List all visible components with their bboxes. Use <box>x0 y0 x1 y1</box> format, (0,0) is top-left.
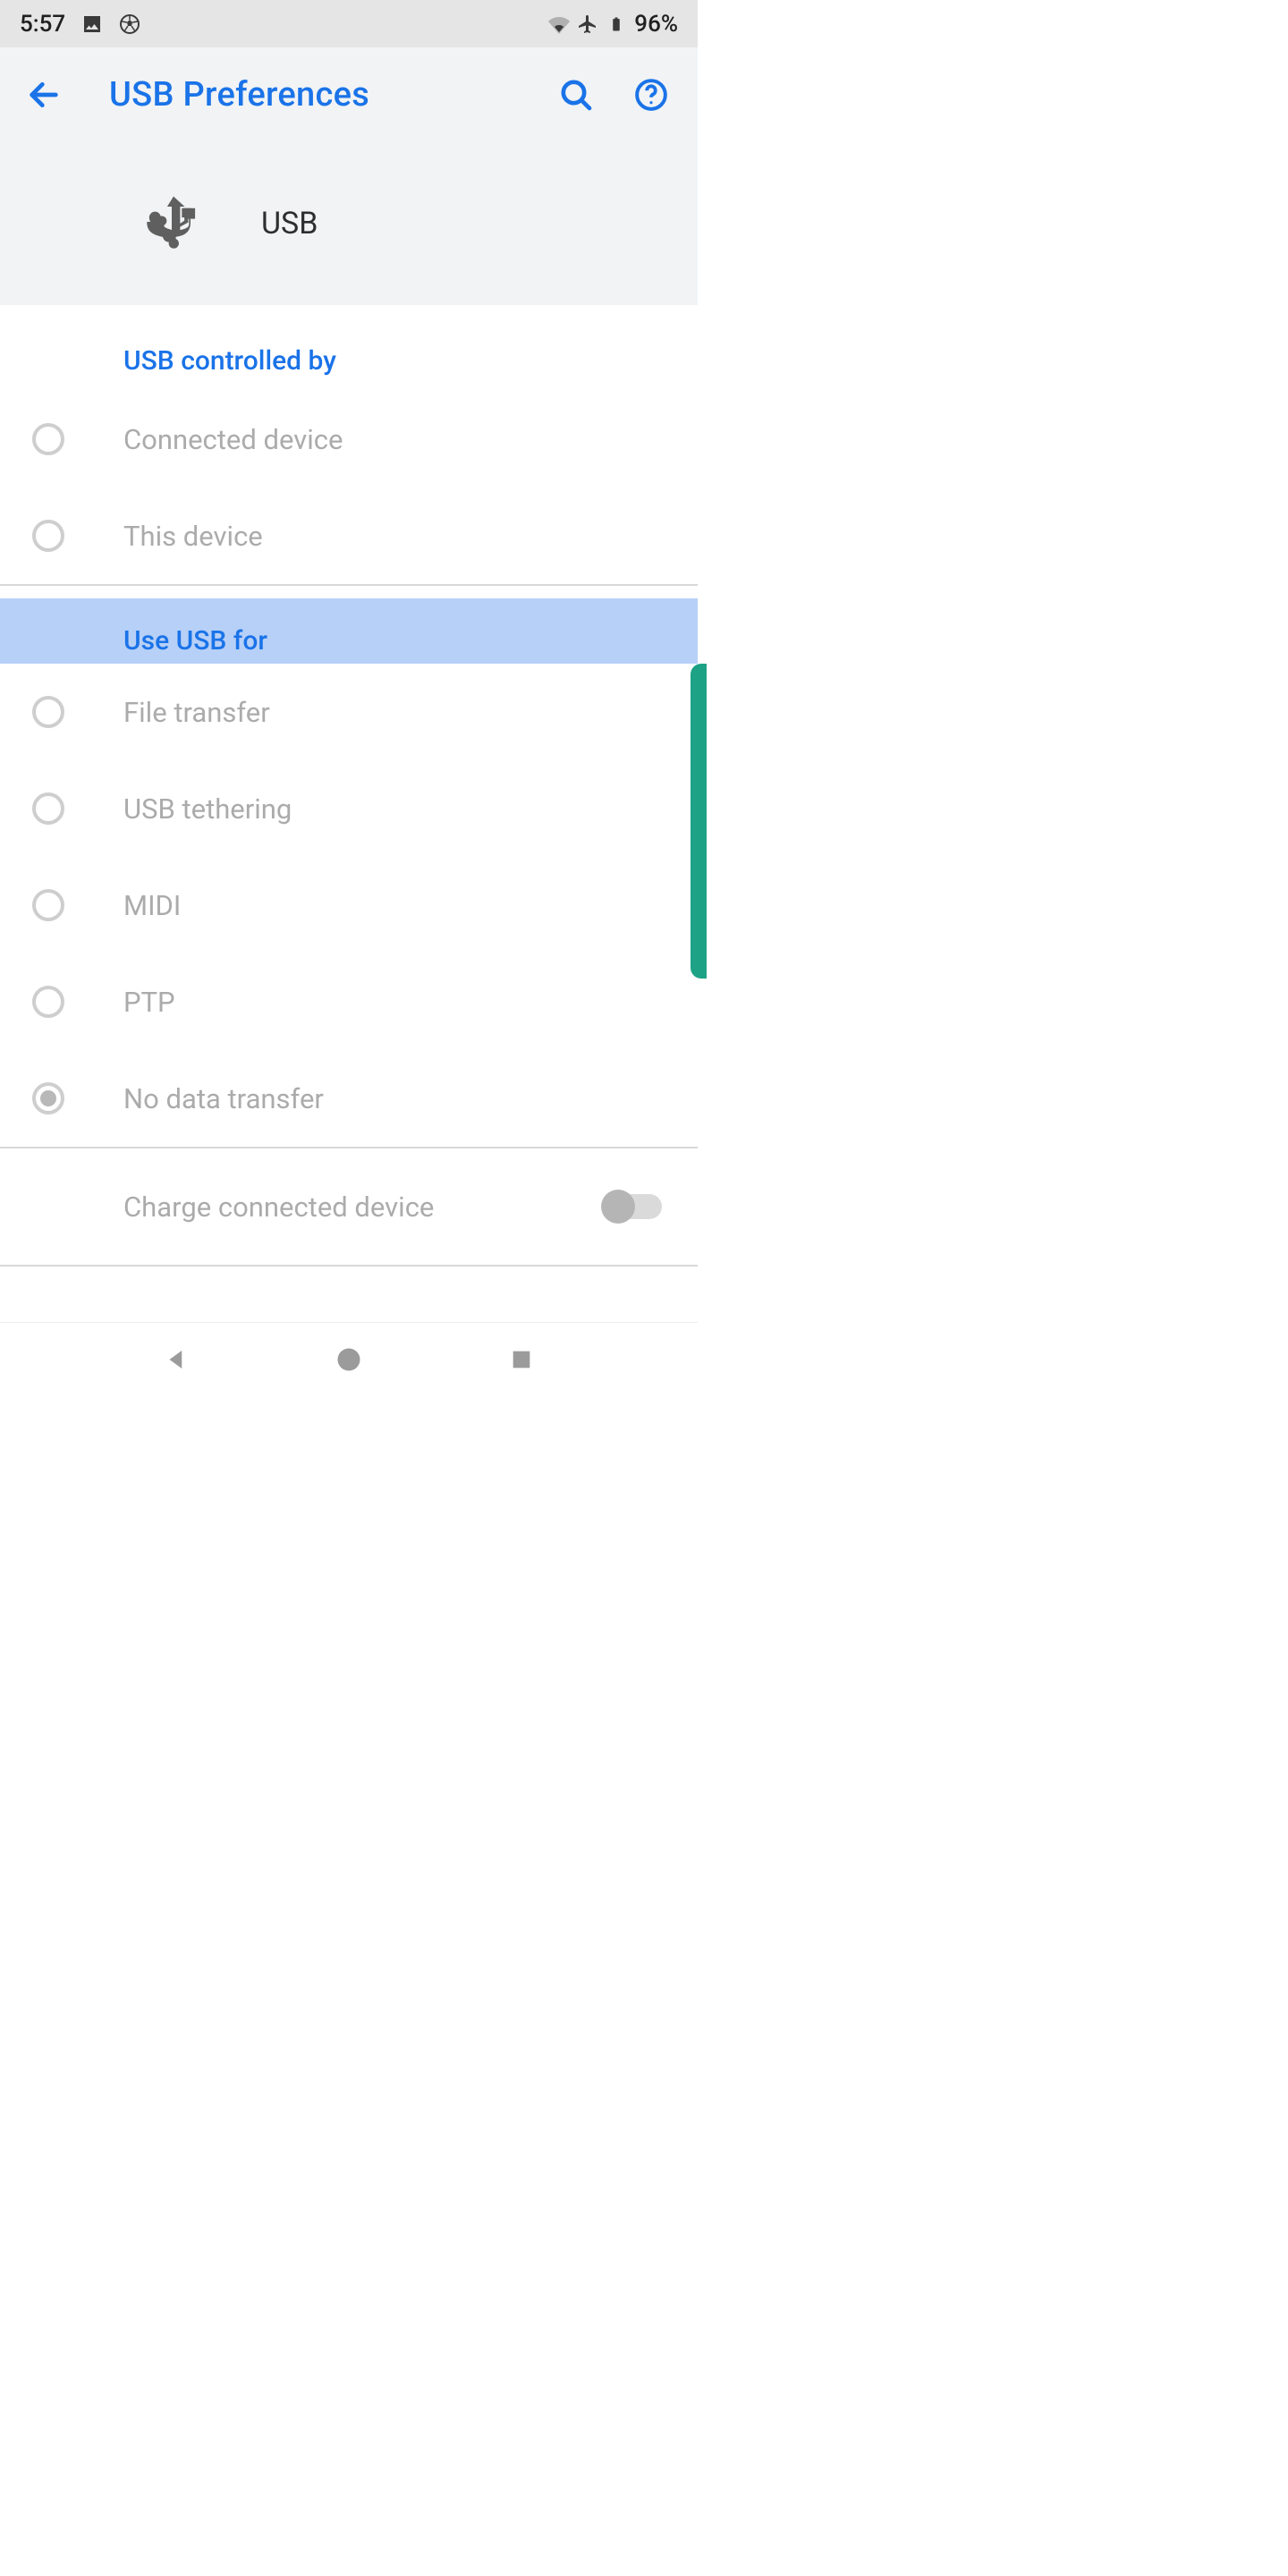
radio-icon <box>32 1082 64 1114</box>
radio-file-transfer[interactable]: File transfer <box>0 664 698 760</box>
switch-thumb <box>601 1190 635 1224</box>
app-bar: USB Preferences <box>0 47 698 142</box>
radio-no-data-transfer[interactable]: No data transfer <box>0 1050 698 1147</box>
separator <box>0 584 698 586</box>
radio-icon <box>32 986 64 1018</box>
status-bar: 5:57 96% <box>0 0 698 47</box>
soccer-icon <box>119 13 140 35</box>
picture-icon <box>81 13 103 35</box>
radio-label: File transfer <box>123 696 270 729</box>
radio-icon <box>32 696 64 728</box>
nav-home-button[interactable] <box>331 1342 367 1377</box>
content: USB controlled by Connected device This … <box>0 305 698 1267</box>
back-button[interactable] <box>16 67 72 123</box>
status-time: 5:57 <box>20 11 65 38</box>
radio-icon <box>32 520 64 552</box>
radio-label: MIDI <box>123 889 181 922</box>
usb-hero-label: USB <box>261 206 318 242</box>
radio-icon <box>32 889 64 921</box>
radio-midi[interactable]: MIDI <box>0 857 698 953</box>
section-header-use-for: Use USB for <box>0 598 698 664</box>
airplane-icon <box>577 13 598 35</box>
battery-icon <box>606 13 627 35</box>
radio-label: Connected device <box>123 423 343 456</box>
radio-label: PTP <box>123 986 175 1019</box>
nav-back-button[interactable] <box>158 1342 194 1377</box>
search-button[interactable] <box>556 75 596 114</box>
radio-usb-tethering[interactable]: USB tethering <box>0 760 698 857</box>
separator <box>0 1265 698 1267</box>
radio-connected-device[interactable]: Connected device <box>0 391 698 487</box>
battery-pct: 96% <box>634 11 678 38</box>
usb-hero: USB <box>0 142 698 305</box>
radio-icon <box>32 792 64 825</box>
switch-label: Charge connected device <box>123 1191 434 1224</box>
toggle-switch[interactable] <box>603 1194 662 1219</box>
usb-icon <box>143 184 204 263</box>
radio-ptp[interactable]: PTP <box>0 953 698 1050</box>
radio-label: This device <box>123 520 263 553</box>
app-bar-actions <box>556 75 682 114</box>
radio-this-device[interactable]: This device <box>0 487 698 584</box>
status-right: 96% <box>548 11 678 38</box>
radio-label: No data transfer <box>123 1082 324 1115</box>
nav-bar <box>0 1322 698 1395</box>
radio-icon <box>32 423 64 455</box>
section-header-controlled-by: USB controlled by <box>0 305 698 391</box>
help-button[interactable] <box>631 75 671 114</box>
status-left: 5:57 <box>20 11 140 38</box>
nav-recent-button[interactable] <box>504 1342 539 1377</box>
wifi-icon <box>548 13 570 35</box>
switch-charge-connected-device[interactable]: Charge connected device <box>0 1148 698 1265</box>
radio-label: USB tethering <box>123 792 292 826</box>
hero-area: USB Preferences USB <box>0 47 698 305</box>
edge-accent[interactable] <box>691 664 707 979</box>
page-title: USB Preferences <box>109 75 556 114</box>
